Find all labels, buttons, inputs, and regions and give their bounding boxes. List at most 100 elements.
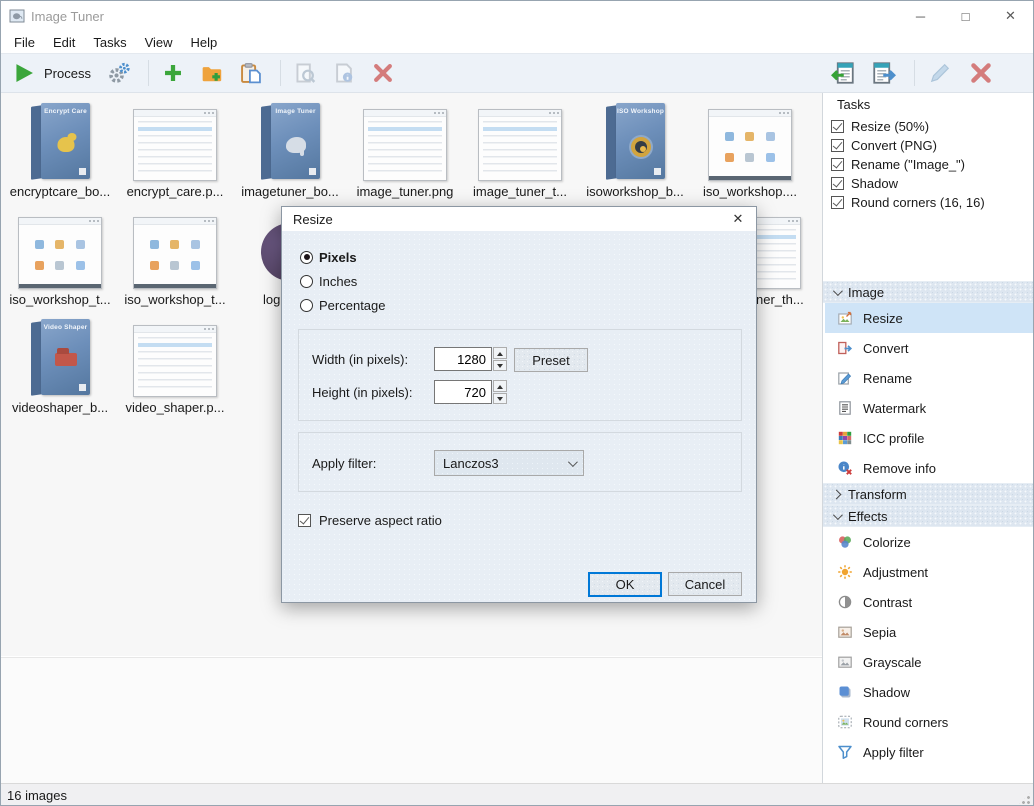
preserve-aspect-checkbox[interactable]	[298, 514, 311, 527]
radio-percentage[interactable]: Percentage	[300, 297, 386, 313]
section-header-effects[interactable]: Effects	[823, 505, 1034, 527]
width-spinner	[493, 347, 507, 371]
radio-label: Percentage	[319, 298, 386, 313]
thumbnail-item[interactable]: ISO Workshop isoworkshop_b...	[580, 99, 690, 203]
menu-file[interactable]: File	[5, 33, 44, 52]
sidebar-item-apply-filter[interactable]: Apply filter	[825, 737, 1034, 767]
preset-button[interactable]: Preset	[514, 348, 588, 372]
thumbnail-item[interactable]: video_shaper.p...	[120, 315, 230, 419]
menu-view[interactable]: View	[136, 33, 182, 52]
task-checkbox-row[interactable]: Round corners (16, 16)	[831, 193, 985, 212]
shadow-icon	[837, 684, 853, 700]
sidebar-item-round-corners[interactable]: Round corners	[825, 707, 1034, 737]
close-button[interactable]: ✕	[988, 1, 1033, 31]
radio-button-icon[interactable]	[300, 275, 313, 288]
sidebar-item-watermark[interactable]: Watermark	[825, 393, 1034, 423]
thumbnail-item[interactable]: Encrypt Care encryptcare_bo...	[5, 99, 115, 203]
thumbnail-item[interactable]: image_tuner_t...	[465, 99, 575, 203]
duck-emblem-icon	[57, 137, 74, 152]
thumbnail-item[interactable]: iso_workshop....	[695, 99, 805, 203]
width-spinner-down-icon[interactable]	[493, 360, 507, 372]
edit-task-button[interactable]	[922, 58, 958, 88]
sidebar-item-grayscale[interactable]: Grayscale	[825, 647, 1034, 677]
thumbnail-item[interactable]: iso_workshop_t...	[5, 207, 115, 311]
image-info-button[interactable]	[327, 59, 361, 87]
process-button[interactable]: Process	[7, 59, 97, 87]
task-checkbox-row[interactable]: Convert (PNG)	[831, 136, 937, 155]
sidebar-item-shadow[interactable]: Shadow	[825, 677, 1034, 707]
task-checkbox-row[interactable]: Rename ("Image_")	[831, 155, 965, 174]
resize-grip-icon[interactable]	[1018, 792, 1031, 805]
preserve-aspect-label: Preserve aspect ratio	[319, 513, 442, 528]
sidebar-item-colorize[interactable]: Colorize	[825, 527, 1034, 557]
mini-file-list	[368, 121, 442, 176]
task-checkbox[interactable]	[831, 196, 844, 209]
sidebar-item-icc-profile[interactable]: ICC profile	[825, 423, 1034, 453]
minimize-button[interactable]: ─	[898, 1, 943, 31]
thumbnail-image: ISO Workshop	[580, 99, 690, 181]
filter-dropdown[interactable]: Lanczos3	[434, 450, 584, 476]
sidebar-item-sepia[interactable]: Sepia	[825, 617, 1034, 647]
task-checkbox-row[interactable]: Shadow	[831, 174, 898, 193]
task-checkbox-row[interactable]: Resize (50%)	[831, 117, 929, 136]
radio-pixels[interactable]: Pixels	[300, 249, 357, 265]
width-input[interactable]	[434, 347, 492, 371]
task-label: Rename ("Image_")	[851, 157, 965, 172]
status-text: 16 images	[7, 788, 67, 803]
chevron-down-icon	[833, 510, 843, 520]
task-label: Resize (50%)	[851, 119, 929, 134]
settings-button[interactable]	[102, 59, 136, 87]
section-header-transform[interactable]: Transform	[823, 483, 1034, 505]
preview-button[interactable]	[288, 59, 322, 87]
sidebar-item-adjustment[interactable]: Adjustment	[825, 557, 1034, 587]
task-checkbox[interactable]	[831, 177, 844, 190]
delete-task-button[interactable]	[963, 58, 999, 88]
cancel-button[interactable]: Cancel	[668, 572, 742, 596]
mini-titlebar	[479, 110, 561, 117]
import-tasks-icon	[831, 61, 855, 85]
toolbar: Process	[1, 53, 1033, 93]
task-checkbox[interactable]	[831, 120, 844, 133]
add-folder-button[interactable]	[195, 59, 229, 87]
contrast-icon	[837, 594, 853, 610]
thumbnail-image	[350, 99, 460, 181]
menu-help[interactable]: Help	[182, 33, 227, 52]
thumbnail-item[interactable]: Image Tuner imagetuner_bo...	[235, 99, 345, 203]
menu-edit[interactable]: Edit	[44, 33, 84, 52]
radio-button-icon[interactable]	[300, 251, 313, 264]
paste-button[interactable]	[234, 59, 268, 87]
menu-tasks[interactable]: Tasks	[84, 33, 135, 52]
colorize-icon	[837, 534, 853, 550]
height-input[interactable]	[434, 380, 492, 404]
product-box-thumb: Encrypt Care	[30, 103, 90, 181]
task-checkbox[interactable]	[831, 158, 844, 171]
thumbnail-item[interactable]: Video Shaper videoshaper_b...	[5, 315, 115, 419]
height-spinner-down-icon[interactable]	[493, 393, 507, 405]
add-images-button[interactable]	[156, 59, 190, 87]
tasks-sidebar: Tasks Resize (50%)Convert (PNG)Rename ("…	[822, 93, 1034, 783]
thumbnail-item[interactable]: iso_workshop_t...	[120, 207, 230, 311]
sidebar-item-contrast[interactable]: Contrast	[825, 587, 1034, 617]
thumbnail-item[interactable]: image_tuner.png	[350, 99, 460, 203]
radio-button-icon[interactable]	[300, 299, 313, 312]
thumbnail-item[interactable]: encrypt_care.p...	[120, 99, 230, 203]
section-label: Transform	[848, 487, 907, 502]
maximize-button[interactable]: □	[943, 1, 988, 31]
sidebar-item-remove-info[interactable]: Remove info	[825, 453, 1034, 483]
task-checkbox[interactable]	[831, 139, 844, 152]
ok-button[interactable]: OK	[588, 572, 662, 597]
sidebar-item-convert[interactable]: Convert	[825, 333, 1034, 363]
mini-icon	[55, 261, 64, 270]
dialog-close-icon[interactable]: ✕	[728, 210, 748, 228]
box-title: Encrypt Care	[41, 103, 90, 115]
import-tasks-button[interactable]	[825, 58, 861, 88]
remove-images-button[interactable]	[366, 59, 400, 87]
filter-dropdown-value: Lanczos3	[443, 456, 499, 471]
height-spinner-up-icon[interactable]	[493, 380, 507, 392]
section-header-image[interactable]: Image	[823, 281, 1034, 303]
sidebar-item-resize[interactable]: Resize	[825, 303, 1034, 333]
sidebar-item-rename[interactable]: Rename	[825, 363, 1034, 393]
radio-inches[interactable]: Inches	[300, 273, 357, 289]
export-tasks-button[interactable]	[866, 58, 902, 88]
width-spinner-up-icon[interactable]	[493, 347, 507, 359]
